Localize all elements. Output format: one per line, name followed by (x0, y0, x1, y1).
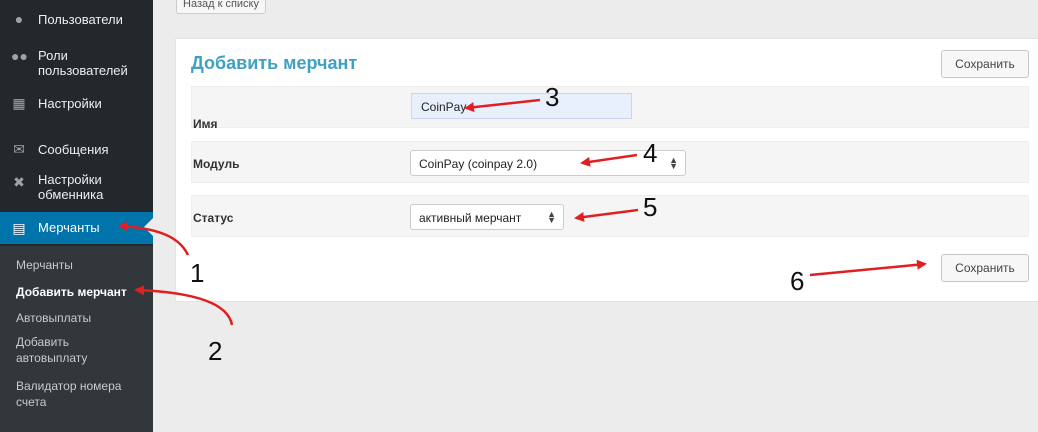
mail-icon: ✉ (13, 141, 25, 157)
annotation-number-1: 1 (190, 258, 205, 288)
module-select-value: CoinPay (coinpay 2.0) (419, 157, 538, 171)
admin-sidebar: ● Пользователи ●● Роли пользователей ▦ Н… (0, 0, 153, 432)
page-title: Добавить мерчант (191, 53, 358, 73)
save-button-top[interactable]: Сохранить (941, 50, 1029, 78)
sidebar-item-label: Роли пользователей (38, 48, 128, 78)
settings-icon: ▦ (12, 95, 26, 111)
submenu-item-add-merchant[interactable]: Добавить мерчант (16, 284, 127, 300)
form-row-status (191, 195, 1029, 237)
sidebar-item-merchants[interactable]: ▤ Мерчанты (0, 212, 153, 244)
name-label: Имя (193, 117, 218, 131)
submenu-item-account-validator[interactable]: Валидатор номера счета (16, 378, 121, 410)
save-button-bottom[interactable]: Сохранить (941, 254, 1029, 282)
submenu-item-autopayouts[interactable]: Автовыплаты (16, 310, 91, 326)
active-menu-caret (144, 218, 153, 236)
back-to-list-button[interactable]: Назад к списку (176, 0, 266, 14)
submenu-item-merchants[interactable]: Мерчанты (16, 257, 73, 273)
users-icon: ●● (11, 48, 28, 64)
sidebar-item-label: Настройки обменника (38, 172, 104, 202)
sidebar-item-label: Настройки (38, 96, 102, 111)
user-icon: ● (14, 11, 24, 27)
merchant-icon: ▤ (12, 220, 26, 236)
annotation-number-2: 2 (208, 336, 223, 366)
sidebar-item-label: Пользователи (38, 12, 123, 27)
annotation-number-4: 4 (643, 138, 658, 168)
module-label: Модуль (193, 157, 240, 171)
sidebar-item-label: Мерчанты (38, 220, 100, 235)
tools-icon: ✖ (13, 174, 25, 190)
status-label: Статус (193, 211, 234, 225)
annotation-number-5: 5 (643, 192, 658, 222)
sidebar-item-settings[interactable]: ▦ Настройки (0, 94, 153, 122)
status-select[interactable]: активный мерчант ▲ ▼ (410, 204, 564, 230)
annotation-number-6: 6 (790, 266, 805, 296)
sidebar-item-exchanger-settings[interactable]: ✖ Настройки обменника (0, 168, 153, 208)
select-arrows-icon: ▲ ▼ (669, 155, 678, 171)
sidebar-item-messages[interactable]: ✉ Сообщения (0, 138, 153, 166)
status-select-value: активный мерчант (419, 211, 522, 225)
annotation-number-3: 3 (545, 82, 560, 112)
sidebar-item-users[interactable]: ● Пользователи (0, 8, 153, 36)
sidebar-item-label: Сообщения (38, 142, 109, 157)
select-arrows-icon: ▲ ▼ (547, 209, 556, 225)
name-input[interactable]: CoinPay (411, 93, 632, 119)
submenu-item-add-autopayout[interactable]: Добавить автовыплату (16, 334, 87, 366)
merchants-submenu: Мерчанты Добавить мерчант Автовыплаты До… (0, 246, 153, 432)
sidebar-item-user-roles[interactable]: ●● Роли пользователей (0, 46, 153, 84)
